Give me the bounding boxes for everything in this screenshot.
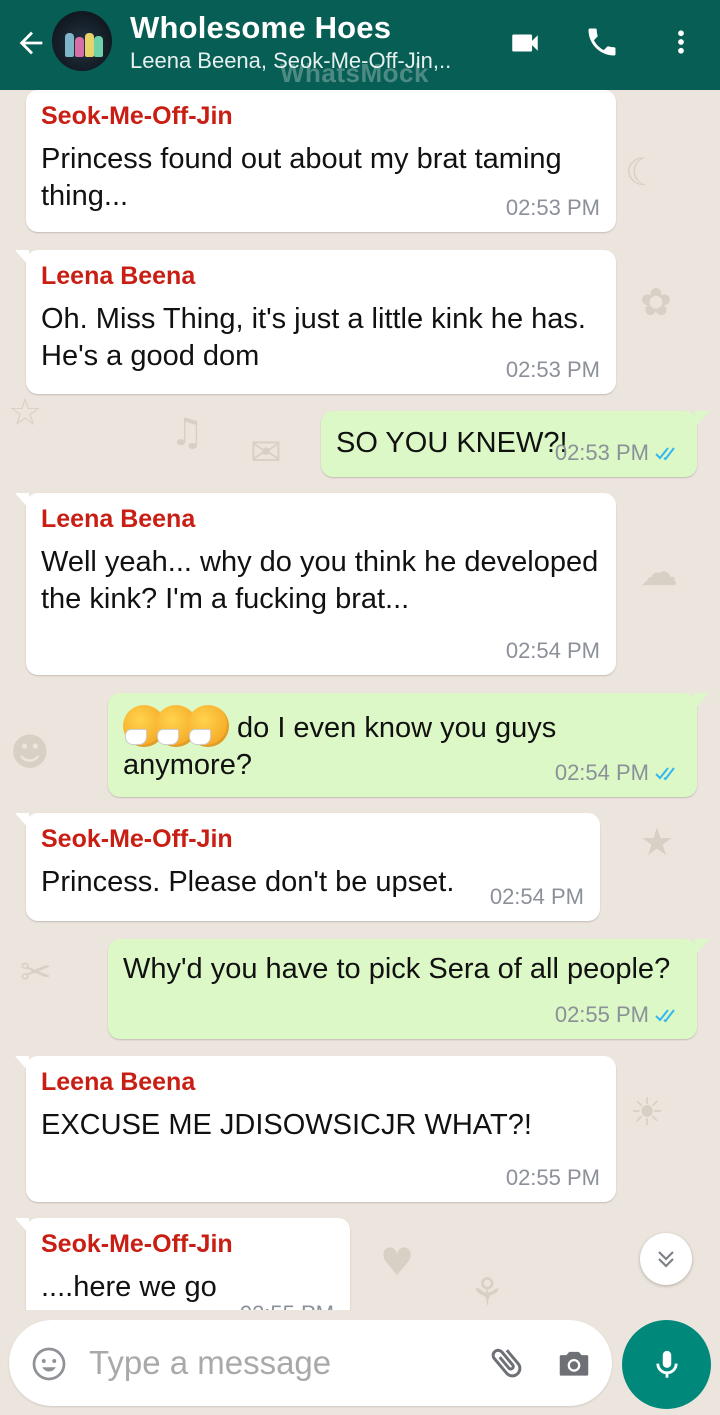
wallpaper-doodle: ☀ <box>630 1090 665 1134</box>
message-composer[interactable]: Type a message <box>9 1320 612 1406</box>
more-vertical-icon[interactable] <box>666 24 696 60</box>
double-chevron-down-icon <box>658 1251 674 1268</box>
message-text-row: do I even know you guys anymore? <box>123 705 593 784</box>
message-time-text: 02:54 PM <box>489 884 584 909</box>
message-text: EXCUSE ME JDISOWSICJR WHAT?! <box>41 1109 532 1141</box>
arrow-left-icon[interactable] <box>14 26 48 60</box>
message-bubble[interactable]: Seok-Me-Off-Jin ....here we go 02:55 PM <box>15 1218 350 1310</box>
chat-title[interactable]: Wholesome Hoes <box>130 10 391 46</box>
message-text: Well yeah... why do you think he develop… <box>41 546 599 615</box>
message-bubble[interactable]: do I even know you guys anymore? 02:54 P… <box>108 693 709 797</box>
wallpaper-doodle: ☻ <box>10 730 50 774</box>
wallpaper-doodle: ✂ <box>20 950 52 994</box>
read-ticks-icon <box>655 767 675 781</box>
message-time-text: 02:55 PM <box>240 1301 334 1310</box>
sender-name: Leena Beena <box>41 505 196 533</box>
wallpaper-doodle: ☾ <box>625 150 660 194</box>
wallpaper-doodle: ☆ <box>8 390 43 434</box>
message-time: 02:54 PM <box>555 760 681 786</box>
group-avatar[interactable] <box>52 11 112 71</box>
chat-header: Wholesome Hoes Leena Beena, Seok-Me-Off-… <box>0 0 720 90</box>
scroll-to-bottom-button[interactable] <box>640 1233 692 1285</box>
wallpaper-doodle: ♫ <box>170 410 205 454</box>
message-text: SO YOU KNEW?! <box>336 427 568 459</box>
bubble-tail <box>15 1056 29 1072</box>
message-time-text: 02:53 PM <box>505 195 600 220</box>
message-time-text: 02:55 PM <box>505 1165 600 1190</box>
message-time-text: 02:54 PM <box>505 638 600 663</box>
message-bubble[interactable]: Why'd you have to pick Sera of all peopl… <box>108 939 709 1039</box>
message-bubble[interactable]: Leena Beena Oh. Miss Thing, it's just a … <box>15 250 616 394</box>
message-time: 02:55 PM <box>555 1002 681 1028</box>
message-bubble[interactable]: Seok-Me-Off-Jin Princess. Please don't b… <box>15 813 600 921</box>
bubble-tail <box>15 250 29 266</box>
message-time-text: 02:53 PM <box>505 357 600 382</box>
sender-name: Seok-Me-Off-Jin <box>41 102 233 130</box>
message-time-text: 02:53 PM <box>554 440 649 465</box>
camera-icon[interactable] <box>555 1344 593 1382</box>
message-time: 02:55 PM <box>240 1301 334 1310</box>
sender-name: Leena Beena <box>41 1068 196 1096</box>
bubble-tail <box>695 411 709 427</box>
message-list[interactable]: ☾ ✿ ☆ ♫ ✉ ☁ ☻ ★ ✂ ☀ ♥ ⚘ Seok-Me-Off-Jin … <box>0 90 720 1310</box>
message-time-text: 02:55 PM <box>554 1002 649 1027</box>
wallpaper-doodle: ★ <box>640 820 675 864</box>
video-call-icon[interactable] <box>506 26 544 60</box>
wallpaper-doodle: ⚘ <box>470 1270 505 1310</box>
smiley-icon[interactable] <box>31 1346 67 1382</box>
message-bubble[interactable]: Leena Beena Well yeah... why do you thin… <box>15 493 616 675</box>
sneezing-face-emoji <box>187 705 229 747</box>
microphone-icon <box>655 1350 678 1378</box>
message-time: 02:53 PM <box>555 440 681 466</box>
message-time: 02:54 PM <box>506 638 600 664</box>
watermark: WhatsMock <box>280 58 429 88</box>
message-time: 02:53 PM <box>506 357 600 383</box>
message-text: Why'd you have to pick Sera of all peopl… <box>123 953 671 985</box>
wallpaper-doodle: ☁ <box>640 550 678 594</box>
sender-name: Seok-Me-Off-Jin <box>41 825 233 853</box>
message-bubble[interactable]: Leena Beena EXCUSE ME JDISOWSICJR WHAT?!… <box>15 1056 616 1202</box>
read-ticks-icon <box>655 447 675 461</box>
bubble-tail <box>15 813 29 829</box>
bubble-tail <box>695 693 709 709</box>
phone-icon[interactable] <box>584 24 620 60</box>
sender-name: Seok-Me-Off-Jin <box>41 1230 233 1258</box>
sender-name: Leena Beena <box>41 262 196 290</box>
voice-record-button[interactable] <box>622 1320 711 1409</box>
message-bubble[interactable]: SO YOU KNEW?! 02:53 PM <box>321 411 709 477</box>
wallpaper-doodle: ♥ <box>380 1240 415 1284</box>
message-bubble[interactable]: Seok-Me-Off-Jin Princess found out about… <box>26 90 616 232</box>
bubble-tail <box>695 939 709 955</box>
read-ticks-icon <box>655 1009 675 1023</box>
message-time: 02:53 PM <box>506 195 600 221</box>
wallpaper-doodle: ✉ <box>250 430 282 474</box>
paperclip-icon[interactable] <box>487 1342 527 1382</box>
bubble-tail <box>15 1218 29 1234</box>
wallpaper-doodle: ✿ <box>640 280 672 324</box>
message-time: 02:54 PM <box>490 884 584 910</box>
message-input[interactable]: Type a message <box>89 1344 331 1382</box>
message-time: 02:55 PM <box>506 1165 600 1191</box>
message-time-text: 02:54 PM <box>554 760 649 785</box>
bubble-tail <box>15 493 29 509</box>
